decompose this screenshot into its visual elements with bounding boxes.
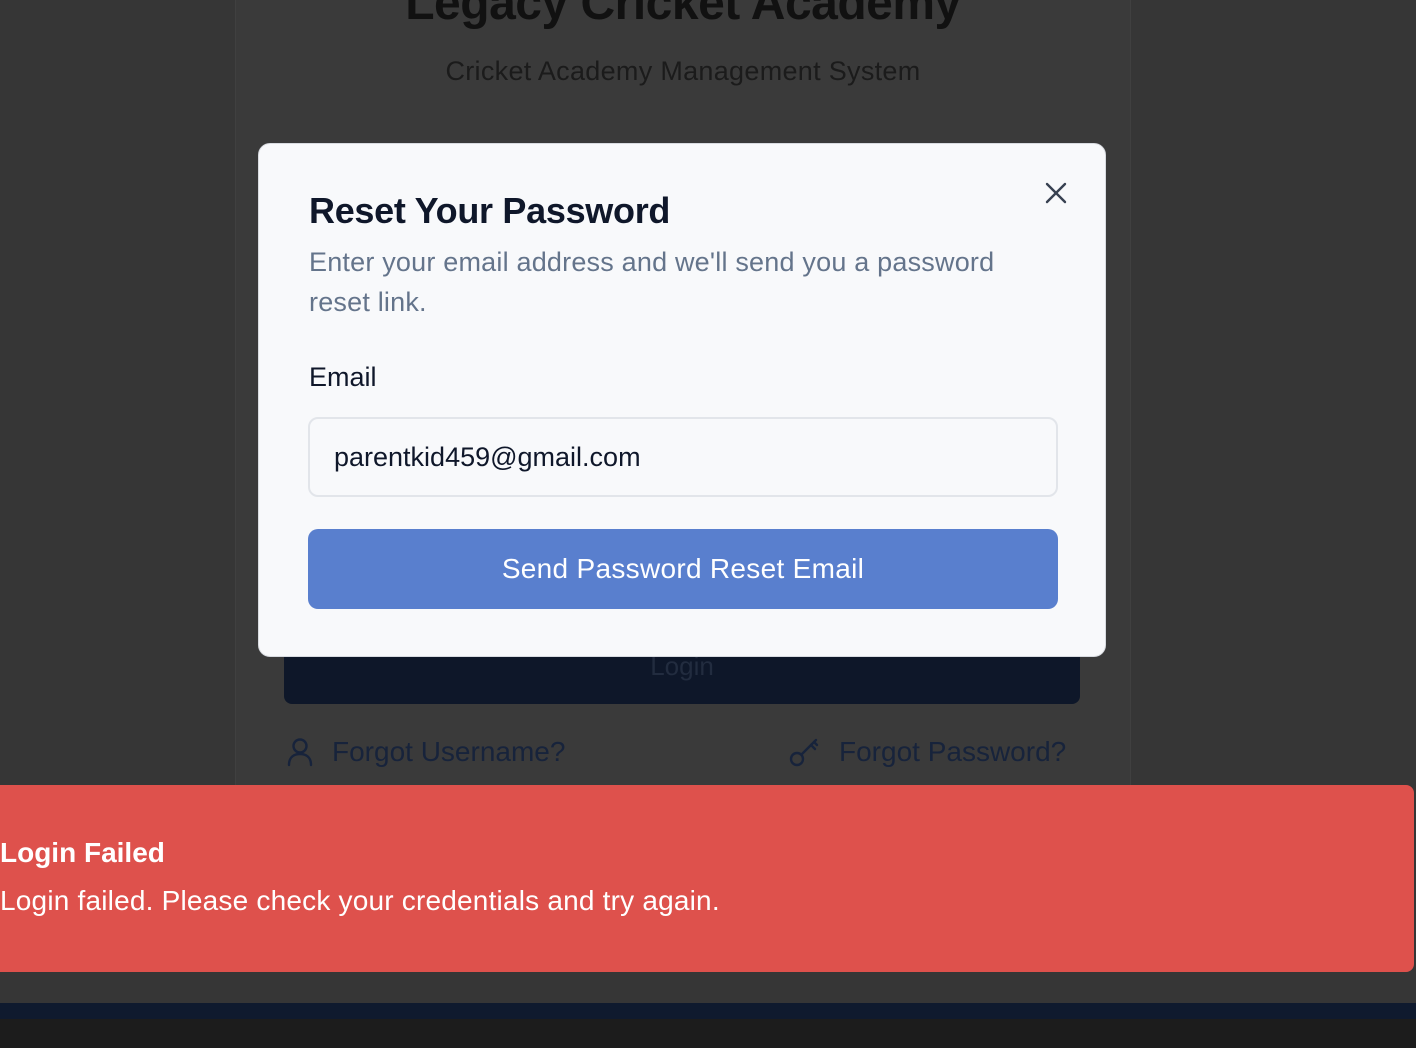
forgot-password-link[interactable]: Forgot Password? (789, 736, 1066, 768)
academy-subtitle: Cricket Academy Management System (445, 56, 921, 86)
academy-title: Legacy Cricket Academy (405, 0, 961, 30)
send-reset-email-button[interactable]: Send Password Reset Email (308, 529, 1058, 609)
toast-message: Login failed. Please check your credenti… (0, 885, 720, 916)
modal-title: Reset Your Password (309, 190, 671, 231)
toast-title: Login Failed (0, 837, 165, 868)
bottom-strip (0, 1003, 1416, 1019)
forgot-password-label: Forgot Password? (839, 736, 1067, 767)
user-icon (286, 737, 314, 767)
error-toast: Login Failed Login failed. Please check … (0, 785, 1414, 972)
email-label: Email (309, 362, 377, 392)
reset-password-modal: Reset Your Password Enter your email add… (258, 143, 1106, 657)
forgot-username-link[interactable]: Forgot Username? (286, 736, 565, 768)
email-field[interactable] (308, 417, 1058, 497)
forgot-username-label: Forgot Username? (332, 736, 566, 767)
taskbar-strip (0, 1019, 1416, 1048)
modal-description: Enter your email address and we'll send … (309, 247, 995, 317)
key-icon (789, 737, 821, 767)
close-icon[interactable] (1043, 180, 1069, 206)
